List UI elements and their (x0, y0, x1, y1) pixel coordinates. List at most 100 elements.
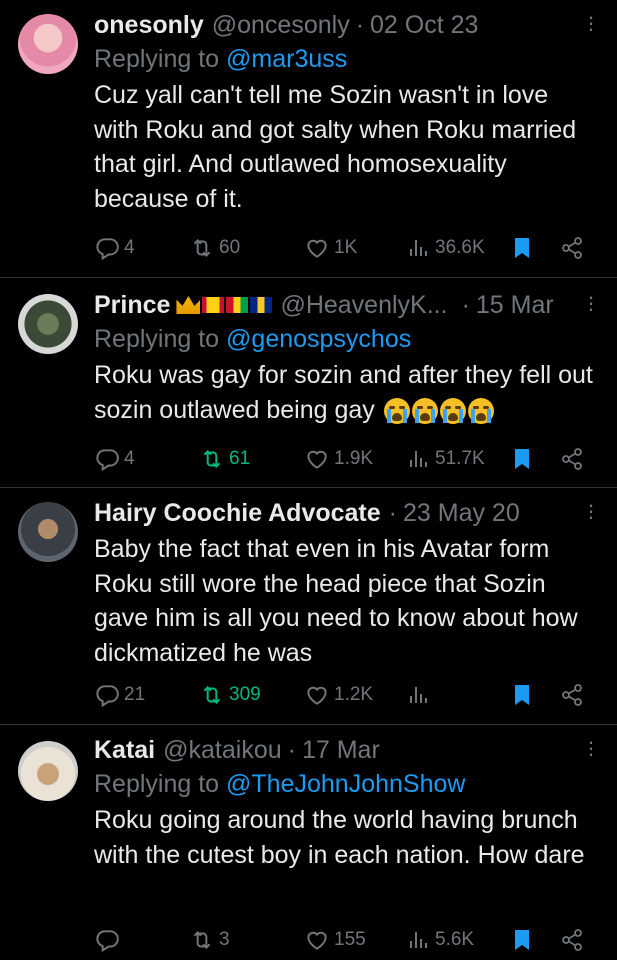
tweet-date[interactable]: 15 Mar (476, 291, 554, 320)
share-icon (560, 236, 584, 260)
tweet-actions: 3 155 5.6K (94, 925, 597, 955)
views-button[interactable] (407, 683, 435, 707)
retweet-icon (189, 927, 215, 953)
retweet-button[interactable]: 61 (199, 446, 250, 472)
tweet-text: Roku going around the world having brunc… (94, 806, 585, 869)
like-button[interactable]: 155 (304, 927, 366, 953)
flag-icon (226, 297, 249, 313)
tweet[interactable]: Prince @HeavenlyK... · 15 Mar · · · Replyi… (0, 278, 617, 488)
more-options-icon[interactable]: · · · (585, 286, 597, 320)
tweet-actions: 21 309 1.2K (94, 680, 597, 710)
view-count: 51.7K (435, 448, 485, 469)
tweet-header: Prince @HeavenlyK... · 15 Mar (94, 288, 597, 322)
more-options-icon[interactable]: · · · (585, 731, 597, 765)
user-handle[interactable]: @HeavenlyK... (280, 291, 447, 320)
reply-button[interactable]: 21 (94, 682, 145, 708)
views-button[interactable]: 36.6K (407, 236, 485, 260)
display-name[interactable]: Katai (94, 736, 155, 765)
like-count: 1K (334, 237, 358, 258)
tweet-header: Katai @kataikou · 17 Mar (94, 733, 597, 767)
avatar[interactable] (18, 14, 78, 74)
like-icon (304, 682, 330, 708)
reply-icon (94, 927, 120, 953)
more-options-icon[interactable]: · · · (585, 6, 597, 40)
tweet-text: Cuz yall can't tell me Sozin wasn't in l… (94, 81, 577, 213)
tweet-content: Prince @HeavenlyK... · 15 Mar · · · Replyi… (94, 286, 599, 427)
replying-to-handle[interactable]: @TheJohnJohnShow (226, 770, 465, 798)
display-name[interactable]: Hairy Coochie Advocate (94, 499, 381, 528)
views-button[interactable]: 51.7K (407, 447, 485, 471)
tweet-header: Hairy Coochie Advocate · 23 May 20 (94, 496, 597, 530)
like-button[interactable]: 1.2K (304, 682, 373, 708)
avatar[interactable] (18, 741, 78, 801)
like-button[interactable]: 1.9K (304, 446, 373, 472)
tweet-content: onesonly @oncesonly · 02 Oct 23 · · · Repl… (94, 6, 597, 216)
retweet-count: 60 (219, 237, 241, 258)
crying-emoji-icon (467, 397, 494, 424)
tweet[interactable]: Hairy Coochie Advocate · 23 May 20 · · · B… (0, 488, 617, 725)
reply-icon (94, 446, 120, 472)
retweet-button[interactable]: 60 (189, 235, 240, 261)
reply-icon (94, 682, 120, 708)
views-icon (407, 683, 431, 707)
replying-label: Replying to (94, 770, 220, 798)
reply-button[interactable]: 4 (94, 235, 135, 261)
bookmark-button[interactable] (510, 683, 534, 707)
views-button[interactable]: 5.6K (407, 928, 474, 952)
views-icon (407, 236, 431, 260)
user-handle[interactable]: @kataikou (163, 736, 282, 765)
reply-count: 21 (124, 684, 146, 705)
bookmark-button[interactable] (510, 447, 534, 471)
reply-button[interactable]: 4 (94, 446, 135, 472)
share-button[interactable] (560, 928, 584, 952)
bookmark-button[interactable] (510, 928, 534, 952)
share-button[interactable] (560, 683, 584, 707)
crown-emoji-icon (176, 296, 201, 314)
user-handle[interactable]: @oncesonly (212, 11, 350, 40)
bookmark-icon (510, 928, 534, 952)
tweet-text: Roku was gay for sozin and after they fe… (94, 358, 599, 427)
share-button[interactable] (560, 447, 584, 471)
retweet-icon (189, 235, 215, 261)
tweet-date[interactable]: 02 Oct 23 (370, 11, 478, 40)
flag-icon (202, 297, 225, 313)
like-count: 155 (334, 929, 366, 950)
replying-to: Replying to @genospsychos (94, 322, 597, 356)
replying-to-handle[interactable]: @mar3uss (226, 45, 347, 73)
bookmark-icon (510, 683, 534, 707)
bookmark-icon (510, 236, 534, 260)
like-count: 1.2K (334, 684, 374, 705)
bookmark-button[interactable] (510, 236, 534, 260)
reply-count: 4 (124, 237, 135, 258)
tweet-actions: 4 60 1K 36.6K (94, 233, 597, 263)
retweet-button[interactable]: 3 (189, 927, 230, 953)
tweet-date[interactable]: 17 Mar (302, 736, 380, 765)
tweet-text: Baby the fact that even in his Avatar fo… (94, 535, 578, 667)
avatar[interactable] (18, 294, 78, 354)
separator: · (355, 10, 365, 39)
avatar[interactable] (18, 502, 78, 562)
display-name[interactable]: onesonly (94, 11, 204, 40)
retweet-count: 309 (229, 684, 261, 705)
share-button[interactable] (560, 236, 584, 260)
like-icon (304, 235, 330, 261)
tweet[interactable]: onesonly @oncesonly · 02 Oct 23 · · · Repl… (0, 0, 617, 278)
replying-to-handle[interactable]: @genospsychos (226, 325, 411, 353)
retweet-button[interactable]: 309 (199, 682, 261, 708)
replying-label: Replying to (94, 45, 220, 73)
tweet-header: onesonly @oncesonly · 02 Oct 23 (94, 8, 597, 42)
like-button[interactable]: 1K (304, 235, 357, 261)
tweet[interactable]: Katai @kataikou · 17 Mar · · · Replying to… (0, 725, 617, 960)
share-icon (560, 683, 584, 707)
tweet-content: Katai @kataikou · 17 Mar · · · Replying to… (94, 731, 597, 872)
more-options-icon[interactable]: · · · (585, 494, 597, 528)
separator: · (461, 290, 470, 319)
replying-to: Replying to @mar3uss (94, 42, 597, 76)
like-count: 1.9K (334, 448, 374, 469)
share-icon (560, 928, 584, 952)
tweet-text-content: Roku was gay for sozin and after they fe… (94, 361, 593, 424)
display-name[interactable]: Prince (94, 291, 170, 320)
retweet-count: 61 (229, 448, 251, 469)
tweet-date[interactable]: 23 May 20 (403, 499, 520, 528)
reply-button[interactable] (94, 927, 124, 953)
